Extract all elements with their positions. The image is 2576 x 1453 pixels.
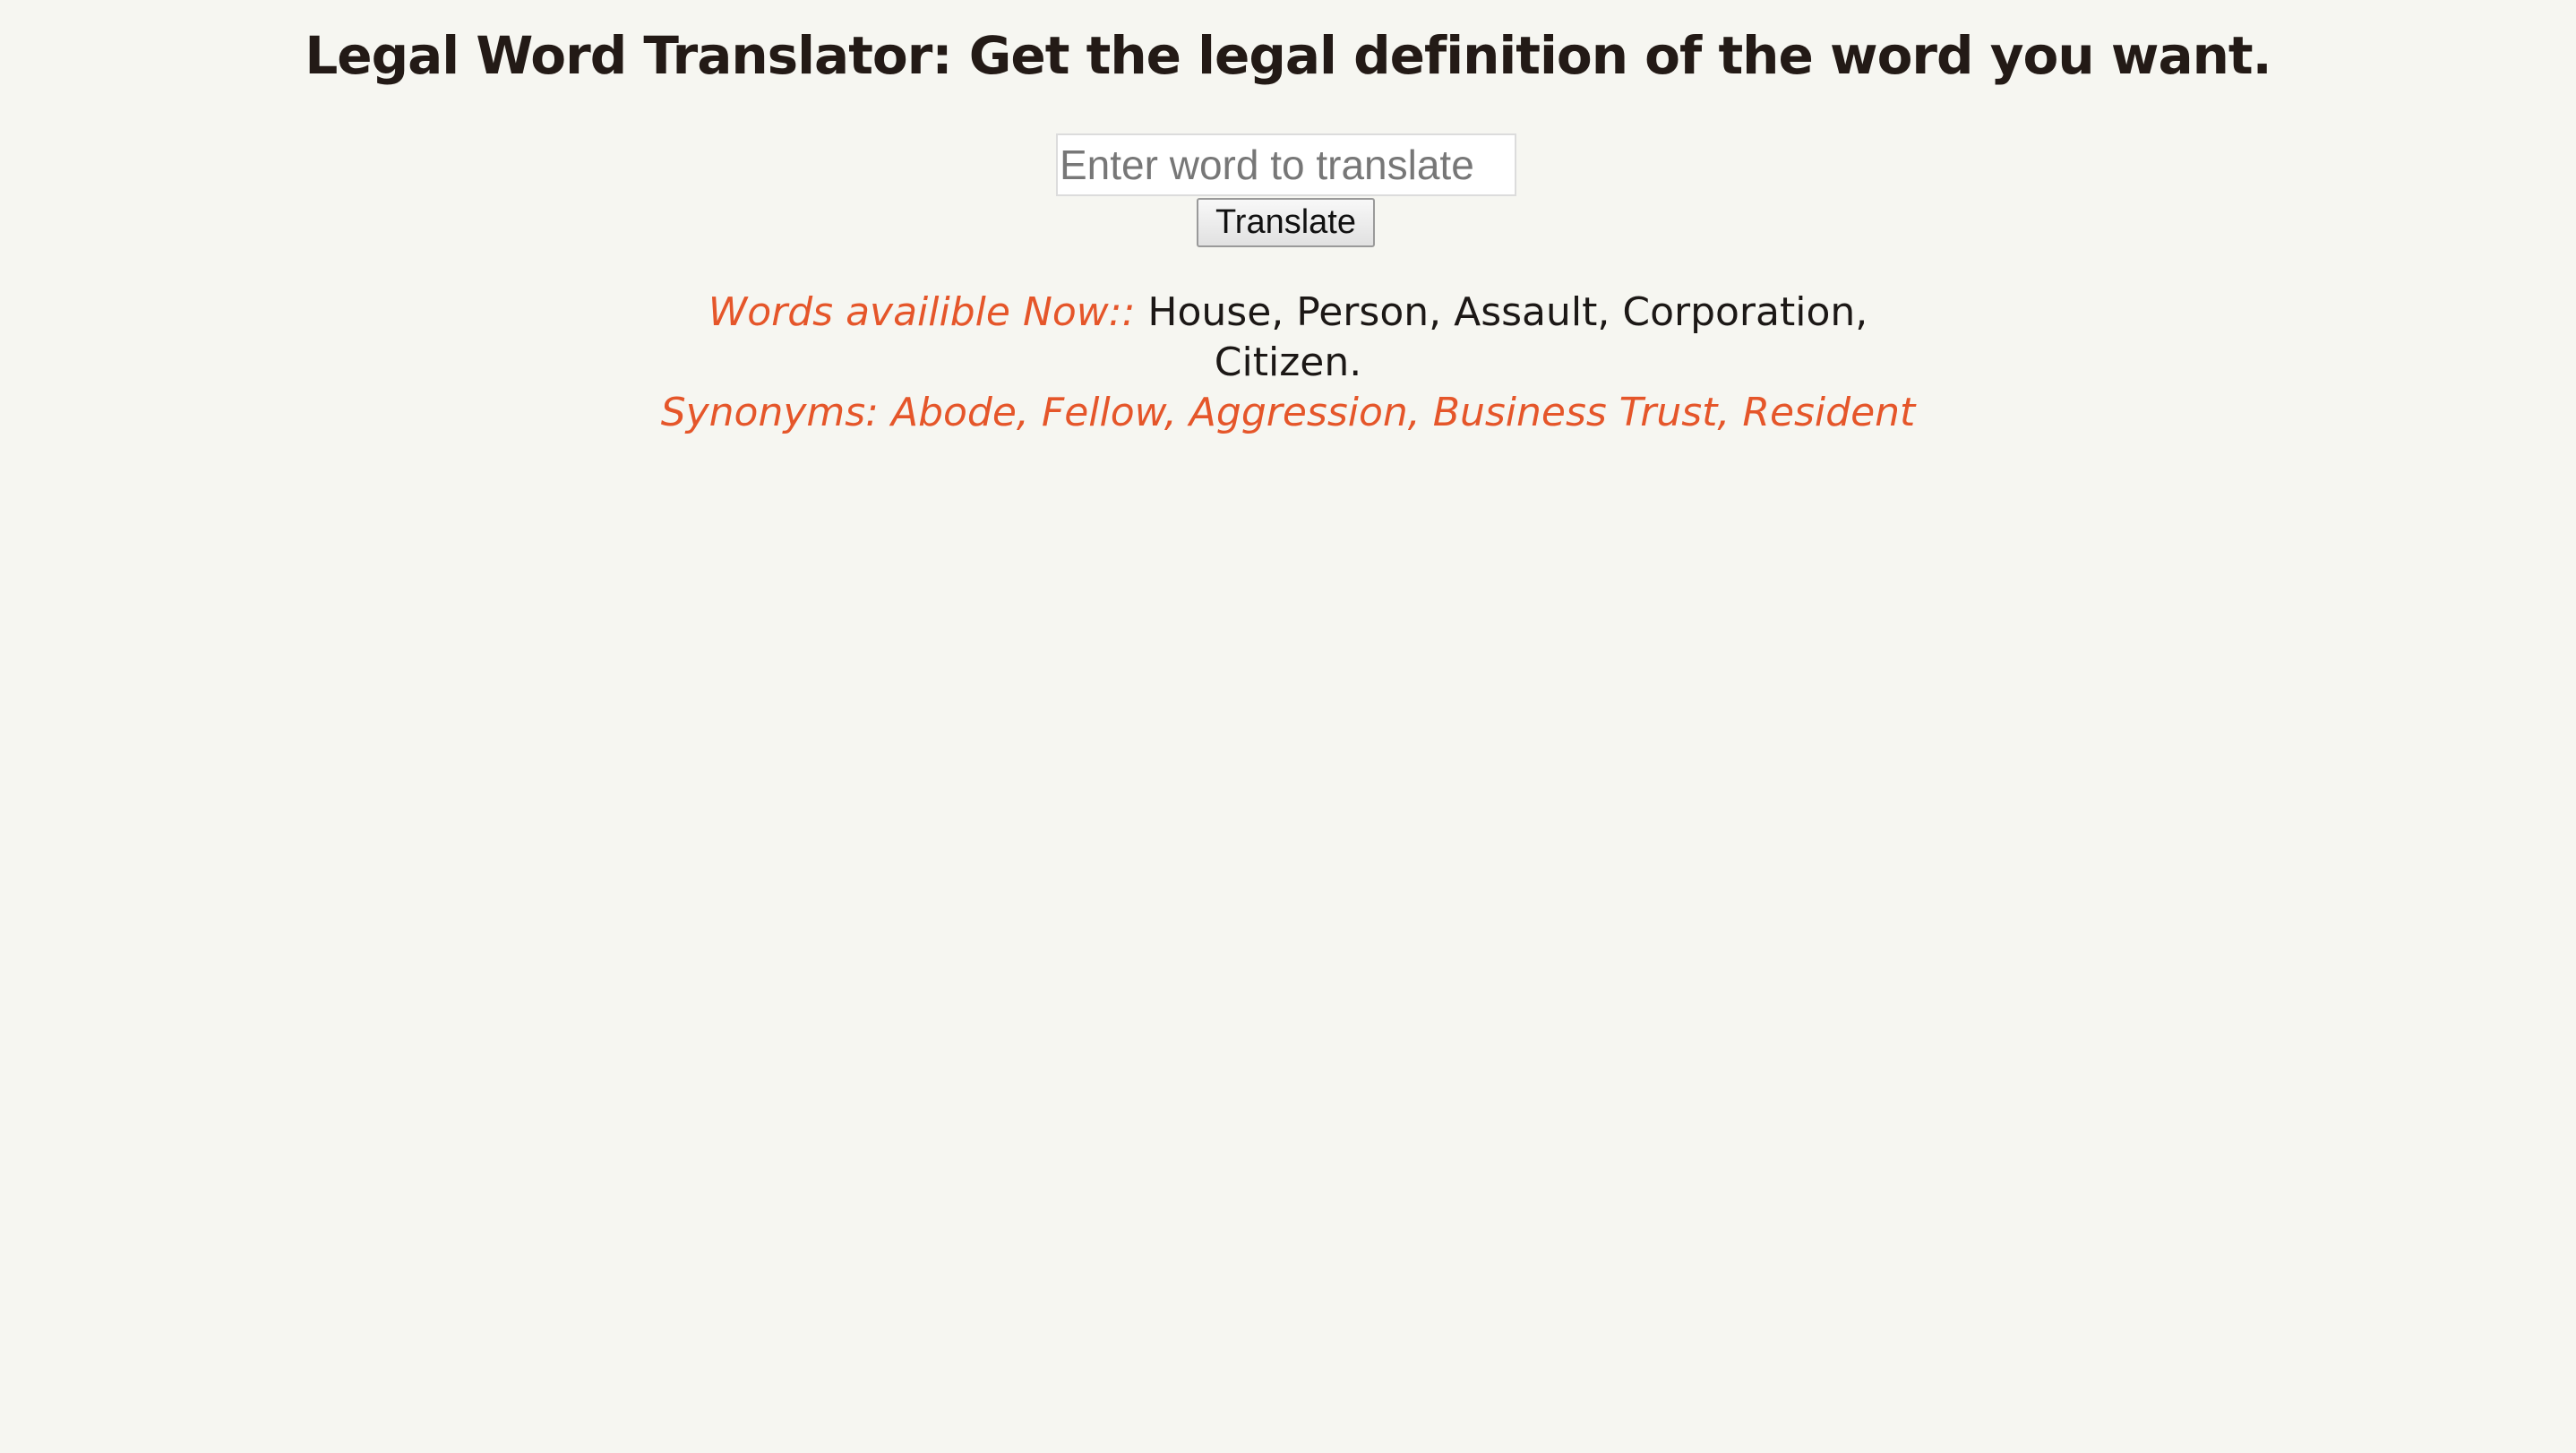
translate-button[interactable]: Translate (1197, 198, 1375, 247)
available-words-label: Words availible Now:: (708, 289, 1136, 335)
synonyms-text: Synonyms: Abode, Fellow, Aggression, Bus… (660, 390, 1916, 435)
available-words-info: Words availible Now:: House, Person, Ass… (0, 288, 2576, 438)
page-title: Legal Word Translator: Get the legal def… (305, 25, 2271, 86)
page: Legal Word Translator: Get the legal def… (0, 0, 2576, 1453)
word-input[interactable] (1056, 133, 1516, 196)
available-words-list-part-1: House, Person, Assault, Corporation, (1135, 289, 1868, 335)
available-words-line-1: Words availible Now:: House, Person, Ass… (0, 288, 2576, 338)
available-words-list-part-2: Citizen. (1214, 340, 1362, 385)
